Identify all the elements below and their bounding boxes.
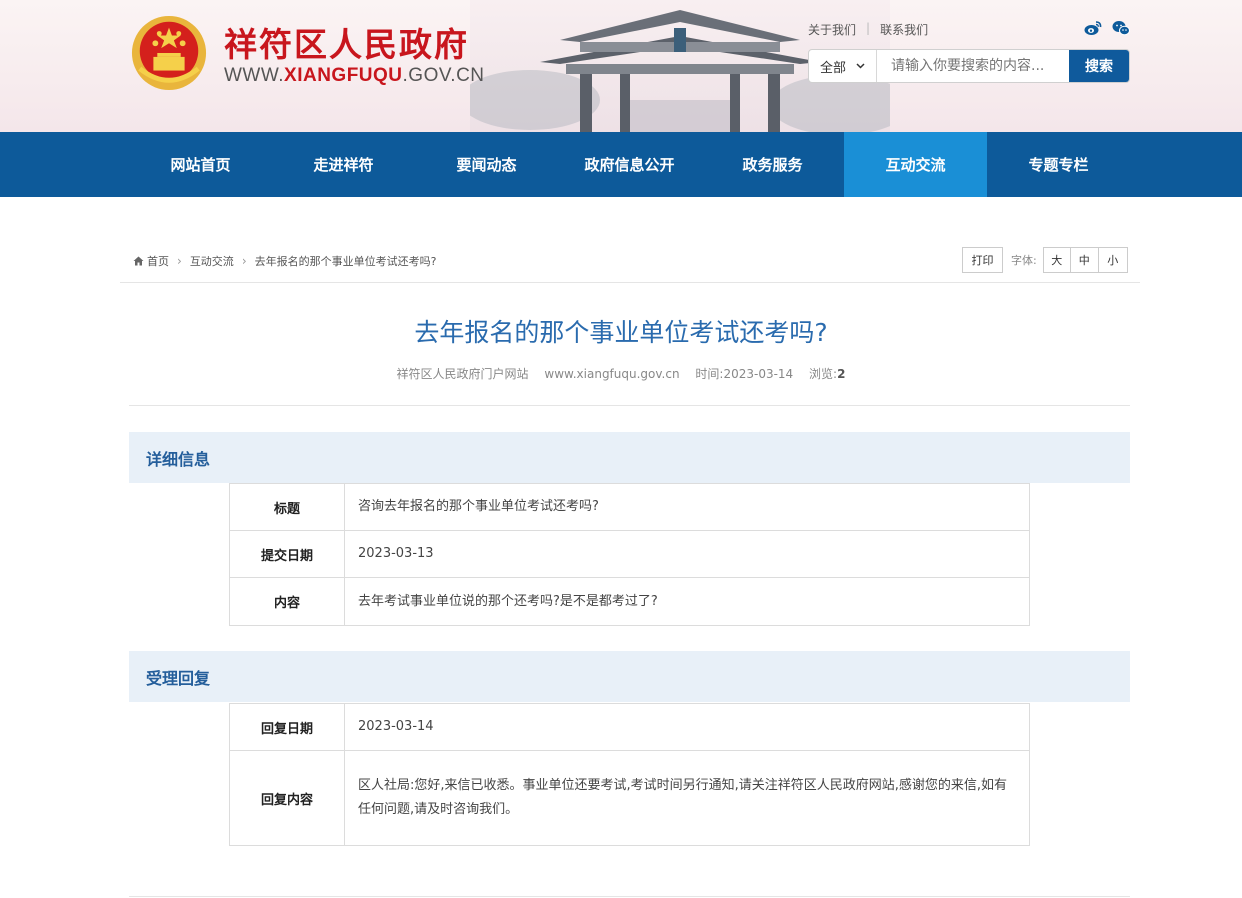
breadcrumb-current: 去年报名的那个事业单位考试还考吗? (254, 255, 437, 268)
divider (129, 405, 1130, 406)
nav-item-home[interactable]: 网站首页 (129, 132, 272, 197)
national-emblem-icon (131, 15, 207, 91)
reply-table: 回复日期 2023-03-14 回复内容 区人社局:您好,来信已收悉。事业单位还… (229, 703, 1030, 846)
table-key: 内容 (229, 577, 345, 626)
url-suffix: .GOV.CN (402, 65, 485, 86)
table-value: 2023-03-13 (344, 530, 1030, 578)
views-value: 2 (837, 367, 846, 381)
site-name: 祥符区人民政府 (224, 25, 469, 64)
section-heading-detail: 详细信息 (129, 432, 1130, 483)
article-site: www.xiangfuqu.gov.cn (544, 367, 680, 381)
contact-us-link[interactable]: 联系我们 (880, 21, 928, 38)
home-icon (133, 256, 144, 266)
breadcrumb: 首页 › 互动交流 › 去年报名的那个事业单位考试还考吗? (133, 253, 436, 269)
table-key: 回复日期 (229, 703, 345, 751)
nav-item-interaction[interactable]: 互动交流 (844, 132, 987, 197)
time-value: 2023-03-14 (723, 367, 794, 381)
search-bar: 全部 搜索 (808, 49, 1130, 83)
chevron-right-icon: › (177, 254, 182, 268)
page-tools: 打印 字体: 大 中 小 (962, 247, 1128, 273)
views-label: 浏览: (809, 367, 838, 381)
article-time: 时间:2023-03-14 (695, 367, 793, 381)
font-medium-button[interactable]: 中 (1070, 247, 1099, 273)
font-large-button[interactable]: 大 (1042, 247, 1071, 273)
detail-table: 标题 咨询去年报名的那个事业单位考试还考吗? 提交日期 2023-03-13 内… (229, 483, 1030, 626)
chevron-right-icon: › (241, 254, 247, 268)
main-nav: 网站首页 走进祥符 要闻动态 政府信息公开 政务服务 互动交流 专题专栏 (0, 132, 1242, 197)
nav-item-gov-info[interactable]: 政府信息公开 (558, 132, 701, 197)
table-value: 2023-03-14 (344, 703, 1030, 751)
table-row: 回复内容 区人社局:您好,来信已收悉。事业单位还要考试,考试时间另行通知,请关注… (229, 750, 1030, 846)
font-small-button[interactable]: 小 (1098, 247, 1128, 273)
about-us-link[interactable]: 关于我们 (808, 21, 856, 38)
article-meta: 祥符区人民政府门户网站 www.xiangfuqu.gov.cn 时间:2023… (0, 365, 1242, 382)
url-highlight: XIANGFUQU (284, 65, 403, 86)
search-scope-select[interactable]: 全部 (809, 50, 877, 82)
site-header: 祥符区人民政府 WWW.XIANGFUQU.GOV.CN 关于我们 | 联系我们… (0, 0, 1242, 132)
table-row: 提交日期 2023-03-13 (229, 530, 1030, 578)
table-value: 咨询去年报名的那个事业单位考试还考吗? (344, 483, 1030, 531)
nav-item-services[interactable]: 政务服务 (701, 132, 844, 197)
social-links (1084, 20, 1130, 36)
table-key: 提交日期 (229, 530, 345, 578)
search-button[interactable]: 搜索 (1069, 50, 1129, 82)
article-views: 浏览:2 (809, 367, 845, 381)
breadcrumb-home[interactable]: 首页 (147, 253, 169, 269)
chevron-down-icon (856, 63, 865, 69)
table-key: 标题 (229, 483, 345, 531)
article-source: 祥符区人民政府门户网站 (396, 367, 529, 381)
table-value: 去年考试事业单位说的那个还考吗?是不是都考过了? (344, 577, 1030, 626)
time-label: 时间: (695, 367, 724, 381)
font-size-group: 大 中 小 (1042, 247, 1128, 273)
wechat-icon[interactable] (1112, 20, 1130, 36)
link-separator: | (866, 21, 871, 35)
page-title: 去年报名的那个事业单位考试还考吗? (414, 318, 828, 347)
breadcrumb-section[interactable]: 互动交流 (190, 253, 234, 269)
table-key: 回复内容 (229, 750, 345, 846)
table-value: 区人社局:您好,来信已收悉。事业单位还要考试,考试时间另行通知,请关注祥符区人民… (344, 750, 1030, 846)
top-links: 关于我们 | 联系我们 (808, 21, 928, 38)
section-heading-reply: 受理回复 (129, 651, 1130, 702)
divider (120, 282, 1140, 283)
divider (129, 896, 1130, 897)
nav-item-news[interactable]: 要闻动态 (415, 132, 558, 197)
nav-item-topics[interactable]: 专题专栏 (987, 132, 1130, 197)
nav-item-about-xiangfu[interactable]: 走进祥符 (272, 132, 415, 197)
table-row: 内容 去年考试事业单位说的那个还考吗?是不是都考过了? (229, 577, 1030, 626)
url-prefix: WWW. (224, 65, 285, 86)
print-button[interactable]: 打印 (962, 247, 1003, 273)
search-scope-value: 全部 (819, 60, 846, 76)
table-row: 标题 咨询去年报名的那个事业单位考试还考吗? (229, 483, 1030, 531)
weibo-icon[interactable] (1084, 20, 1102, 36)
table-row: 回复日期 2023-03-14 (229, 703, 1030, 751)
search-input[interactable] (877, 50, 1069, 82)
font-size-label: 字体: (1011, 254, 1037, 267)
site-url: WWW.XIANGFUQU.GOV.CN (224, 65, 485, 87)
